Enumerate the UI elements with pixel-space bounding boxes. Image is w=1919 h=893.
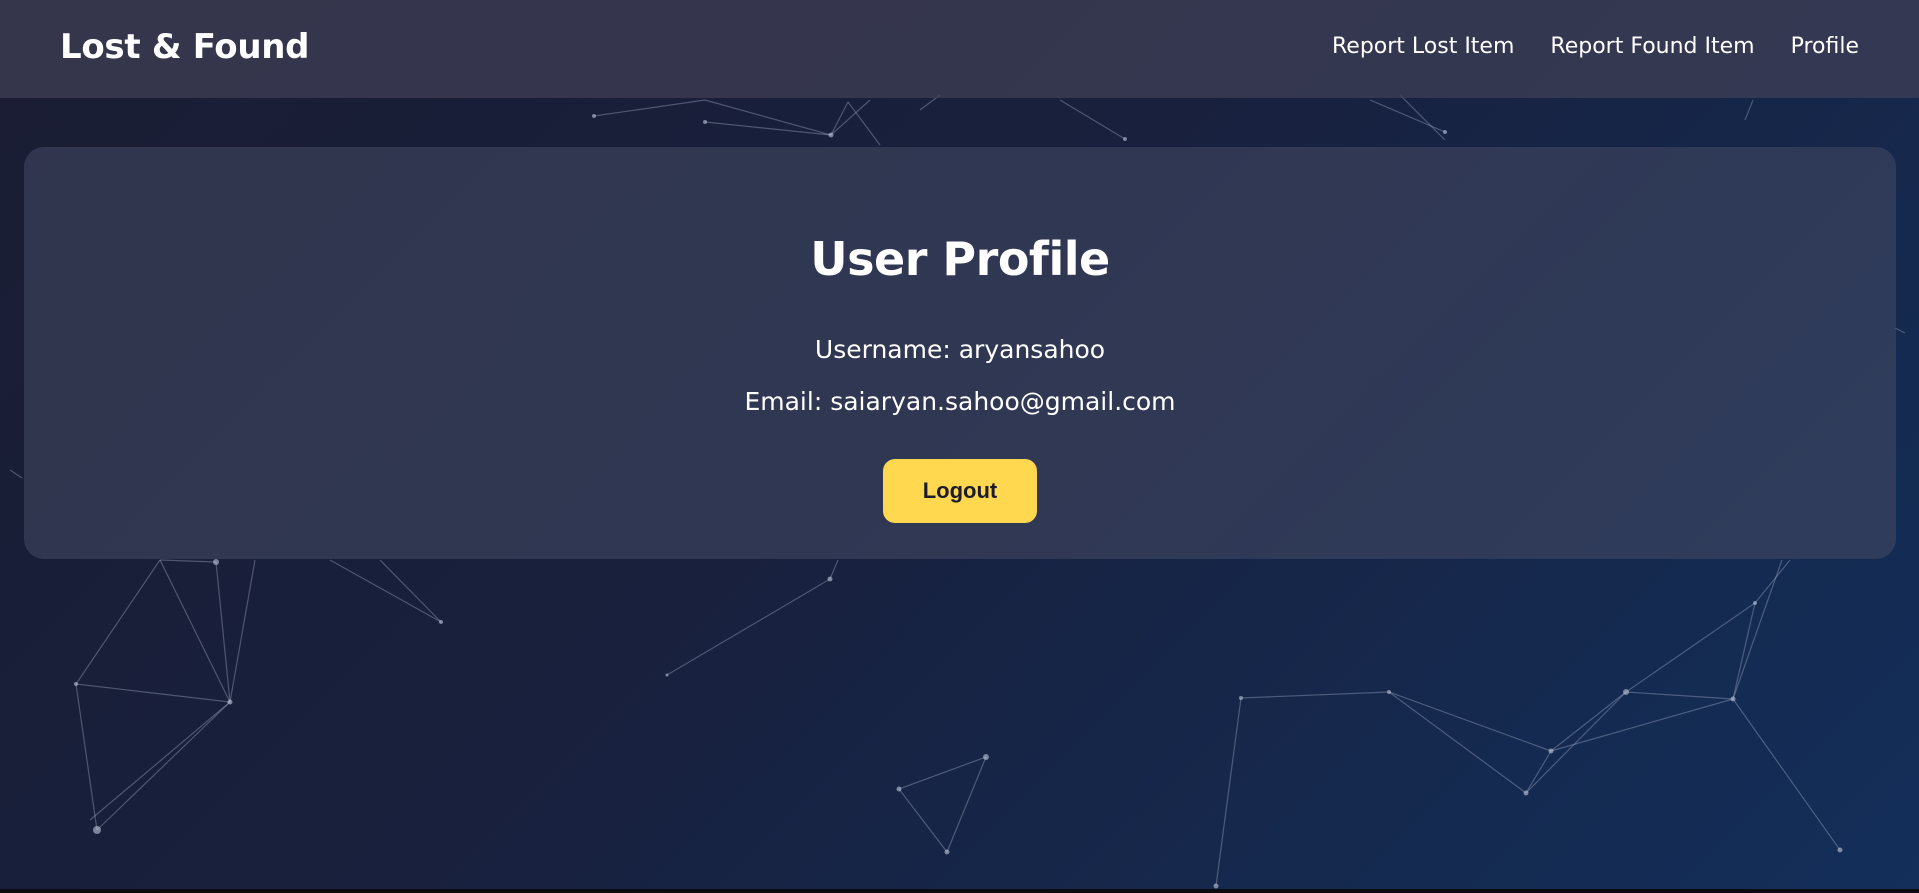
main-nav: Report Lost Item Report Found Item Profi… (1332, 30, 1859, 64)
site-logo-text[interactable]: Lost & Found (60, 24, 310, 70)
nav-report-found-item[interactable]: Report Found Item (1550, 30, 1754, 64)
username-value: aryansahoo (958, 335, 1106, 364)
profile-card: User Profile Username: aryansahoo Email:… (24, 147, 1896, 559)
email-value: saiaryan.sahoo@gmail.com (830, 387, 1176, 416)
bottom-edge (0, 889, 1919, 893)
username-row: Username: aryansahoo (24, 333, 1896, 367)
logout-button[interactable]: Logout (883, 459, 1037, 523)
email-row: Email: saiaryan.sahoo@gmail.com (24, 385, 1896, 419)
email-label: Email: (744, 387, 831, 416)
page-title: User Profile (810, 232, 1110, 286)
top-navbar: Lost & Found Report Lost Item Report Fou… (0, 0, 1919, 98)
nav-report-lost-item[interactable]: Report Lost Item (1332, 30, 1514, 64)
nav-profile[interactable]: Profile (1791, 30, 1859, 64)
username-label: Username: (814, 335, 959, 364)
